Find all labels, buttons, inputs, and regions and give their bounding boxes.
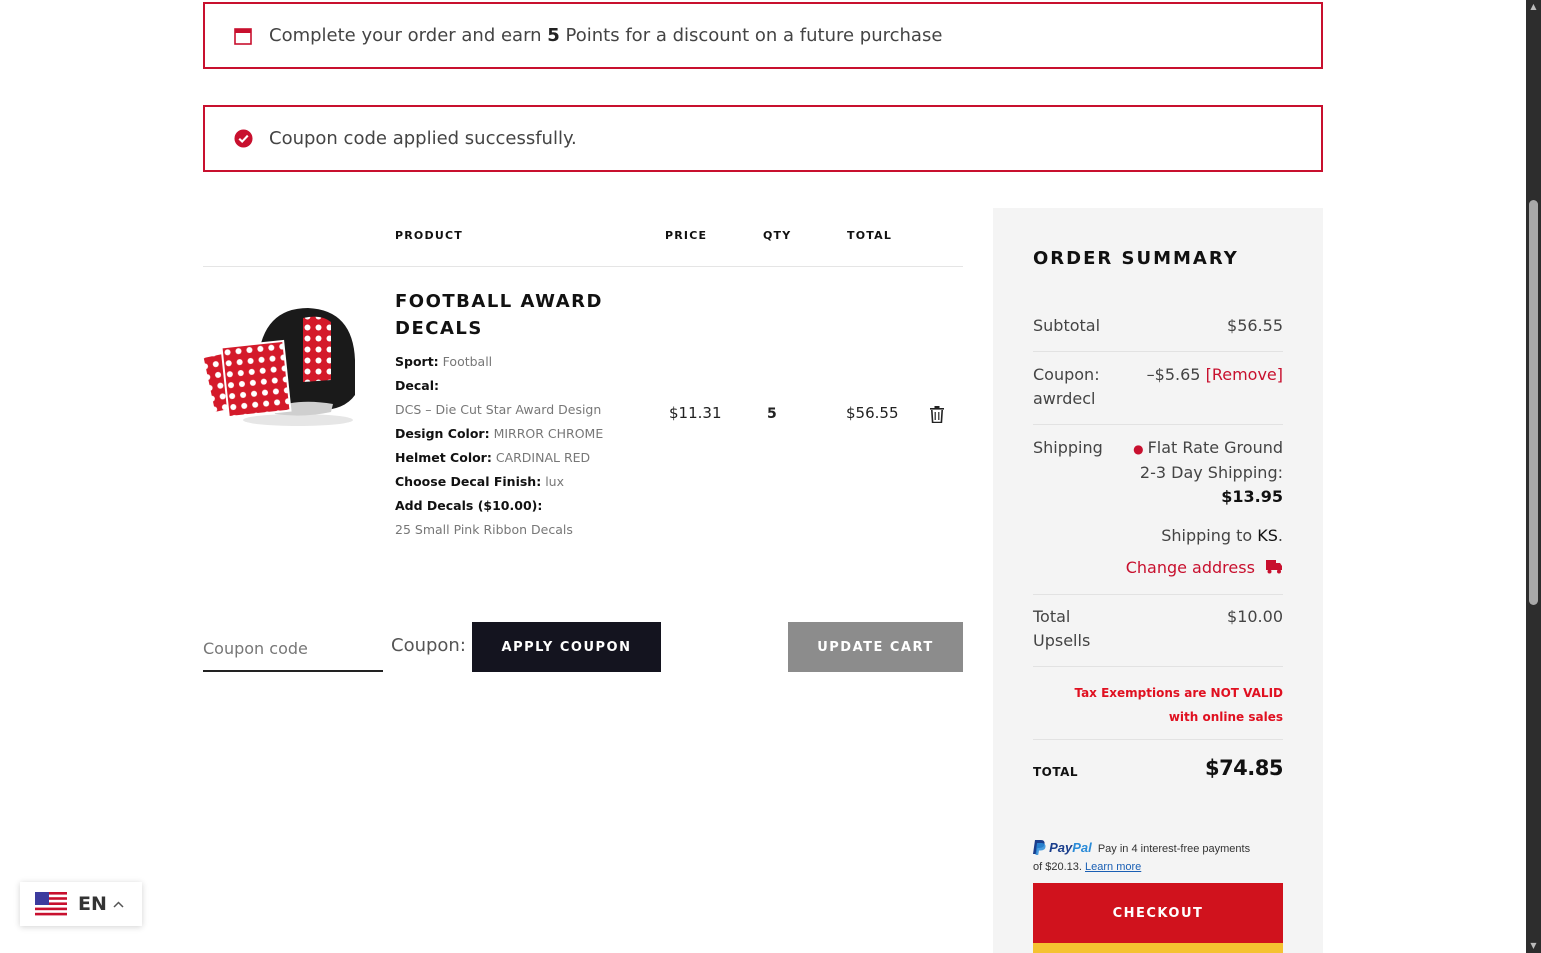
subtotal-value: $56.55 [1227,316,1283,335]
product-image[interactable] [203,300,363,430]
header-price: PRICE [665,229,708,242]
order-summary-title: ORDER SUMMARY [1033,248,1239,269]
shipping-method[interactable]: ● Flat Rate Ground 2-3 Day Shipping: $13.95 [1133,436,1283,509]
upsells-value: $10.00 [1227,607,1283,626]
meta-add-decals-value: 25 Small Pink Ribbon Decals [395,522,573,537]
coupon-row: Coupon: awrdecl –$5.65 [Remove] [1033,363,1283,413]
meta-finish: Choose Decal Finish: lux [395,474,564,489]
item-price: $11.31 [669,404,722,422]
page-scrollbar[interactable]: ▲ ▼ [1526,0,1541,953]
language-switcher[interactable]: EN [20,882,142,926]
coupon-success-message: Coupon code applied successfully. [269,128,577,149]
item-total: $56.55 [846,404,899,422]
check-circle-icon [233,129,253,149]
upsells-row: Total Upsells $10.00 [1033,605,1283,655]
remove-coupon-link[interactable]: [Remove] [1206,365,1283,384]
scroll-up-arrow-icon[interactable]: ▲ [1528,2,1539,12]
paypal-logo-icon [1033,840,1046,855]
points-count: 5 [547,25,560,46]
checkout-button[interactable]: CHECKOUT [1033,883,1283,943]
paypal-brand: PayPal [1049,840,1092,855]
meta-add-decals: Add Decals ($10.00): [395,498,543,513]
apply-coupon-button[interactable]: APPLY COUPON [472,622,661,672]
summary-divider [1033,666,1283,667]
order-summary-panel: ORDER SUMMARY Subtotal $56.55 Coupon: awr… [993,208,1323,953]
subtotal-label: Subtotal [1033,316,1101,335]
language-code: EN [78,893,107,915]
meta-helmet-color: Helmet Color: CARDINAL RED [395,450,591,465]
paypal-learn-more-link[interactable]: Learn more [1085,861,1141,873]
shipping-label: Shipping [1033,438,1103,457]
meta-design-color: Design Color: MIRROR CHROME [395,426,604,441]
scrollbar-thumb[interactable] [1529,200,1538,605]
coupon-success-notice: Coupon code applied successfully. [203,105,1323,172]
update-cart-button[interactable]: UPDATE CART [788,622,963,672]
meta-decal: Decal: [395,378,439,393]
selected-dot-icon: ● [1133,442,1144,456]
paypal-pay-later-message: PayPal Pay in 4 interest-free payments o… [1033,840,1251,873]
meta-sport: Sport: Football [395,354,493,369]
product-title[interactable]: FOOTBALL AWARD DECALS [395,288,655,342]
upsells-label: Total Upsells [1033,607,1091,650]
summary-divider [1033,739,1283,740]
item-qty[interactable]: 5 [767,406,777,422]
paypal-button-edge[interactable] [1033,943,1283,953]
change-address-link[interactable]: Change address [1126,558,1255,577]
chevron-up-icon [113,897,124,911]
truck-icon [1260,558,1283,577]
coupon-summary-label: Coupon: awrdecl [1033,365,1100,408]
header-divider [203,266,963,267]
us-flag-icon [35,892,67,916]
meta-decal-value: DCS – Die Cut Star Award Design [395,402,602,417]
points-notice: Complete your order and earn 5 Points fo… [203,2,1323,69]
coupon-summary-value: –$5.65 [Remove] [1146,365,1283,384]
order-total-label: TOTAL [1033,765,1079,779]
scroll-down-arrow-icon[interactable]: ▼ [1528,941,1539,951]
points-message: Complete your order and earn 5 Points fo… [269,25,943,46]
summary-divider [1033,351,1283,352]
coupon-code-input[interactable] [203,626,383,672]
coupon-label: Coupon: [391,635,466,656]
order-total-value: $74.85 [1204,756,1284,780]
header-product: PRODUCT [395,229,463,242]
remove-item-trash-icon[interactable] [930,406,946,424]
tax-exemption-notice: Tax Exemptions are NOT VALID with online … [1074,686,1283,724]
calendar-icon [233,26,253,46]
header-total: TOTAL [847,229,893,242]
header-qty: QTY [763,229,792,242]
summary-divider [1033,424,1283,425]
summary-divider [1033,594,1283,595]
